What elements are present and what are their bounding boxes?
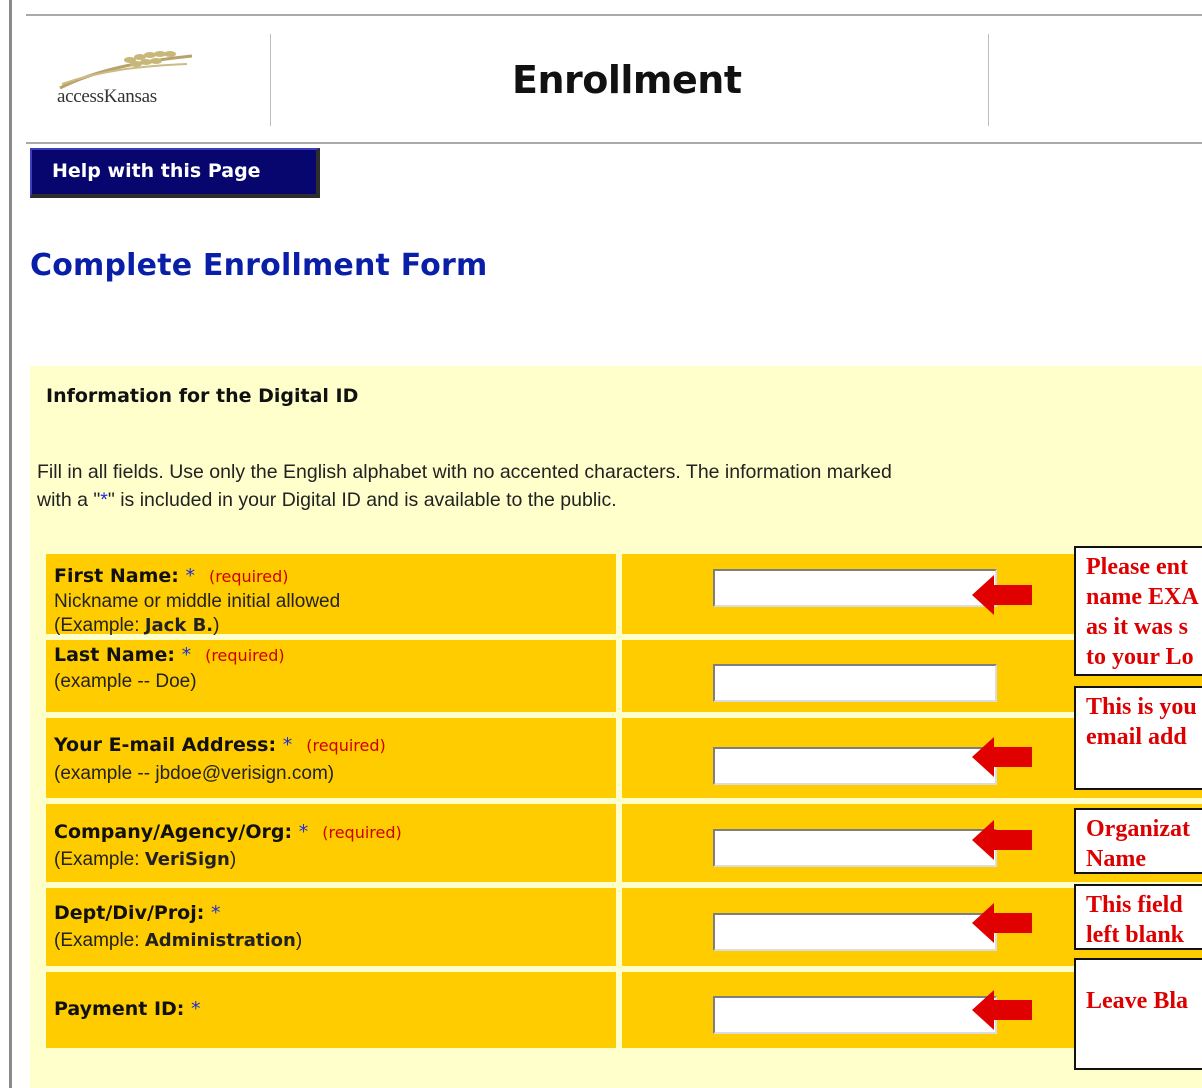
company-label: Company/Agency/Org: * (required): [54, 821, 402, 843]
company-input[interactable]: [713, 829, 997, 867]
red-arrow-icon: [972, 820, 1032, 860]
instructions-line: Fill in all fields. Use only the English…: [37, 461, 892, 483]
form-heading: Complete Enrollment Form: [30, 248, 488, 283]
left-border: [0, 0, 12, 1088]
header-separator: [988, 34, 989, 126]
first-name-input[interactable]: [713, 569, 997, 607]
header-separator: [270, 34, 271, 126]
callout-first-name: Please ent name EXA as it was s to your …: [1074, 546, 1202, 676]
email-label: Your E-mail Address: * (required): [54, 734, 386, 756]
email-input[interactable]: [713, 747, 997, 785]
first-name-label: First Name: * (required): [54, 565, 289, 587]
callout-dept: This field left blank: [1074, 884, 1202, 950]
instructions-line: with a "*" is included in your Digital I…: [37, 489, 617, 511]
panel-title: Information for the Digital ID: [46, 385, 359, 407]
callout-email: This is you email add: [1074, 686, 1202, 790]
last-name-input[interactable]: [713, 664, 997, 702]
red-arrow-icon: [972, 903, 1032, 943]
instructions-text: Fill in all fields. Use only the English…: [37, 458, 1202, 514]
dept-input[interactable]: [713, 913, 997, 951]
callout-payment: Leave Bla: [1074, 958, 1202, 1070]
first-name-hint: Nickname or middle initial allowed: [54, 591, 341, 612]
accesskansas-logo[interactable]: accessKansas: [52, 50, 252, 110]
payment-id-input[interactable]: [713, 996, 997, 1034]
header-divider: [26, 142, 1202, 144]
dept-example: (Example: Administration): [54, 930, 303, 951]
last-name-label: Last Name: * (required): [54, 644, 285, 666]
logo-wordmark: accessKansas: [57, 86, 157, 107]
last-name-row: Last Name: * (required) (example -- Doe): [46, 640, 1202, 712]
page-title: Enrollment: [512, 58, 742, 102]
last-name-hint: (example -- Doe): [54, 671, 197, 692]
payment-id-label: Payment ID: *: [54, 998, 201, 1020]
first-name-example: (Example: Jack B.): [54, 615, 220, 636]
dept-label: Dept/Div/Proj: *: [54, 902, 221, 924]
email-hint: (example -- jbdoe@verisign.com): [54, 763, 335, 784]
wheat-icon: [59, 51, 193, 90]
red-arrow-icon: [972, 990, 1032, 1030]
top-divider: [26, 14, 1202, 16]
red-arrow-icon: [972, 737, 1032, 777]
callout-organization: Organizat Name: [1074, 808, 1202, 874]
red-arrow-icon: [972, 575, 1032, 615]
help-button[interactable]: Help with this Page: [30, 148, 320, 198]
company-example: (Example: VeriSign): [54, 849, 237, 870]
